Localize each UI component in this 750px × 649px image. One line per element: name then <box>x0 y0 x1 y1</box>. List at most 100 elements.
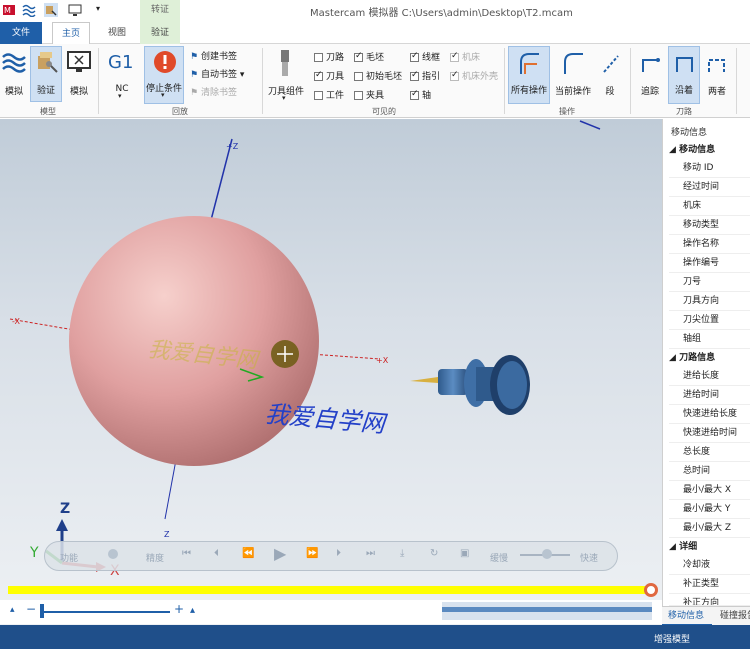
list-item: 快速进给长度 <box>669 405 750 424</box>
auto-bookmark-button[interactable]: ⚑ 自动书签 ▾ <box>190 67 244 80</box>
monitor-button[interactable]: 模拟 <box>64 48 94 104</box>
stock-quickaccess-icon[interactable] <box>22 3 36 17</box>
tab-view[interactable]: 视图 <box>98 22 136 44</box>
tab-verify[interactable]: 验证 <box>140 22 180 44</box>
fast-label: 快速 <box>580 554 599 564</box>
app-logo-icon: M <box>3 5 15 15</box>
check-guide[interactable]: 指引 <box>410 69 440 82</box>
verify-button[interactable]: 验证 <box>30 46 62 102</box>
trace-button[interactable]: 追踪 <box>634 48 666 104</box>
zoom-minus-icon[interactable]: − <box>26 602 36 616</box>
list-item: 机床 <box>669 197 750 216</box>
zoom-slider-thumb[interactable] <box>40 604 44 618</box>
clear-bookmark-button[interactable]: ⚑ 清除书签 <box>190 85 237 98</box>
tool-parts-button[interactable]: 刀具组件 ▾ <box>266 48 306 104</box>
slow-label: 缓慢 <box>490 554 509 564</box>
section-details[interactable]: ◢ 详细 <box>663 538 750 556</box>
skip-to-end-icon[interactable]: ⏭ <box>366 548 375 559</box>
both-icon <box>708 59 725 72</box>
checkbox[interactable] <box>410 70 419 81</box>
checkbox[interactable] <box>314 91 323 100</box>
section-toolpath-info[interactable]: ◢ 刀路信息 <box>663 349 750 367</box>
fast-forward-icon[interactable]: ⏩ <box>306 548 318 559</box>
step-back-icon[interactable]: ⏴ <box>214 548 219 559</box>
checkbox[interactable] <box>314 70 323 81</box>
stop-condition-button[interactable]: 停止条件 ▾ <box>144 46 184 104</box>
axis-label-bottom: Z <box>164 530 170 539</box>
panel-tabs: 移动信息 碰撞报告 <box>662 606 750 626</box>
chevron-down-icon: ▾ <box>282 94 286 102</box>
check-fixture[interactable]: 夹具 <box>354 88 384 101</box>
layout-icon[interactable]: ▣ <box>460 548 469 559</box>
zoom-in-icon[interactable]: ▴ <box>190 605 195 616</box>
skip-to-start-icon[interactable]: ⏮ <box>182 548 191 559</box>
tool-parts-label: 刀具组件 <box>267 87 304 97</box>
step-forward-icon[interactable]: ⏵ <box>336 548 341 559</box>
section-move-info[interactable]: ◢ 移动信息 <box>663 141 750 159</box>
check-initial-stock[interactable]: 初始毛坯 <box>354 69 402 82</box>
tab-move-info[interactable]: 移动信息 <box>662 607 712 626</box>
tab-collision-report[interactable]: 碰撞报告 <box>720 607 750 626</box>
list-item: 总长度 <box>669 443 750 462</box>
current-operation-button[interactable]: 当前操作 <box>552 48 594 104</box>
list-item: 冷却液 <box>669 556 750 575</box>
all-operations-button[interactable]: 所有操作 <box>508 46 550 104</box>
checkbox[interactable] <box>354 51 363 62</box>
segment-icon <box>603 55 619 73</box>
check-axes[interactable]: 轴 <box>410 88 431 101</box>
tab-home[interactable]: 主页 <box>52 22 90 44</box>
check-stock[interactable]: 毛坯 <box>354 50 384 63</box>
zoom-plus-icon[interactable]: + <box>174 602 184 616</box>
list-item: 轴组 <box>669 330 750 349</box>
list-item: 刀尖位置 <box>669 311 750 330</box>
checkbox[interactable] <box>410 89 419 100</box>
precision-slider-thumb[interactable] <box>108 549 118 559</box>
zoom-slider-track[interactable] <box>40 611 170 613</box>
play-icon[interactable]: ▶ <box>274 544 286 563</box>
bookmark-icon: ⚑ <box>190 52 201 62</box>
tool-tip <box>410 377 438 383</box>
loop-icon[interactable]: ↻ <box>430 548 438 559</box>
move-info-panel: 移动信息 ◢ 移动信息 移动 ID 经过时间 机床 移动类型 操作名称 操作编号… <box>662 119 750 625</box>
status-mode-label: 增强模型 <box>654 635 691 645</box>
speed-slider-thumb[interactable] <box>542 549 552 559</box>
checkbox[interactable] <box>314 53 323 62</box>
tab-file[interactable]: 文件 <box>0 22 42 44</box>
checkbox[interactable] <box>450 70 459 81</box>
bookmark-icon: ⚑ <box>190 88 201 98</box>
ribbon-separator <box>98 48 99 114</box>
current-operation-label: 当前操作 <box>554 87 591 97</box>
nc-button[interactable]: G1 NC ▾ <box>104 48 140 104</box>
monitor-quickaccess-icon[interactable] <box>68 3 82 17</box>
axis-label-top: +Z <box>226 142 239 151</box>
current-operation-icon <box>564 53 583 74</box>
follow-button[interactable]: 沿着 <box>668 46 700 104</box>
verify-quickaccess-icon[interactable] <box>44 3 58 17</box>
check-tool[interactable]: 刀具 <box>314 69 344 82</box>
verify-label: 验证 <box>36 86 55 96</box>
create-bookmark-button[interactable]: ⚑ 创建书签 <box>190 49 237 62</box>
checkbox[interactable] <box>450 51 459 62</box>
checkbox[interactable] <box>354 72 363 81</box>
zoom-out-icon[interactable]: ▴ <box>10 605 15 615</box>
collapse-icon: ◢ <box>669 145 680 155</box>
tool-holder-body <box>438 369 468 395</box>
svg-text:M: M <box>4 6 11 15</box>
check-machine[interactable]: 机床 <box>450 50 480 63</box>
segment-button[interactable]: 段 <box>596 48 624 104</box>
timeline-overview[interactable] <box>442 602 652 620</box>
tool-step-icon[interactable]: ⤓ <box>400 548 404 559</box>
checkbox[interactable] <box>354 91 363 100</box>
check-toolpath[interactable]: 刀路 <box>314 50 344 63</box>
check-workpiece[interactable]: 工件 <box>314 88 344 101</box>
quickaccess-dropdown-icon[interactable]: ▾ <box>96 4 100 13</box>
simulate-button[interactable]: 模拟 <box>0 48 28 104</box>
progress-bar[interactable] <box>8 586 648 594</box>
both-button[interactable]: 两者 <box>702 48 732 104</box>
check-machine-housing[interactable]: 机床外壳 <box>450 69 498 82</box>
checkbox[interactable] <box>410 51 419 62</box>
rewind-icon[interactable]: ⏪ <box>242 548 254 559</box>
check-wireframe[interactable]: 线框 <box>410 50 440 63</box>
list-item: 总时间 <box>669 462 750 481</box>
progress-knob[interactable] <box>644 583 658 597</box>
